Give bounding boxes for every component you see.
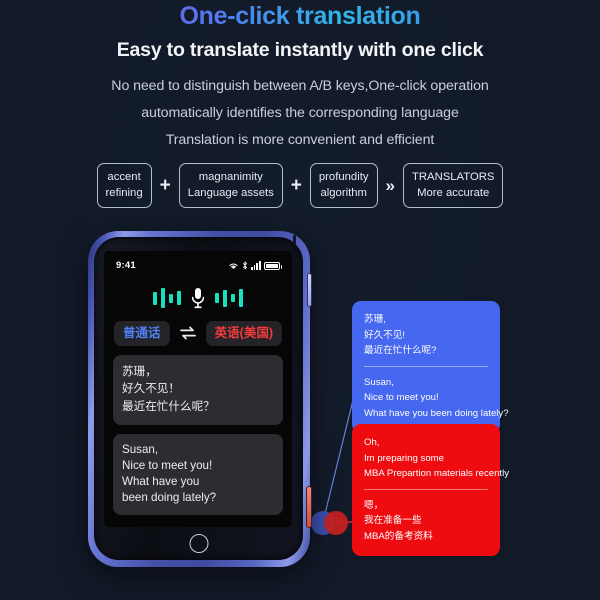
description-line-2: automatically identifies the correspondi…	[141, 105, 459, 121]
plus-separator-1: +	[159, 175, 171, 197]
callout-line: What have you been doing lately?	[364, 407, 509, 419]
callout-line: Nice to meet you!	[364, 392, 439, 404]
feature-badge-row: accent refining + magnanimity Language a…	[0, 163, 600, 209]
callout-line: 我在准备一些	[364, 515, 422, 527]
device-side-button-translate[interactable]	[306, 486, 312, 528]
language-selector-row: 普通话 英语(美国)	[113, 321, 283, 346]
bubble-line: Nice to meet you!	[122, 459, 213, 473]
badge-profundity-algorithm: profundity algorithm	[309, 163, 378, 209]
chevron-right-icon: »	[385, 176, 395, 196]
callout-line: 最近在忙什么呢?	[364, 345, 437, 357]
badge-line-2: Language assets	[187, 187, 274, 200]
callout-blue-translation: 苏珊, 好久不见! 最近在忙什么呢? Susan, Nice to meet y…	[352, 301, 509, 434]
waveform-right	[215, 287, 243, 309]
description-line-3: Translation is more convenient and effic…	[165, 132, 435, 148]
chat-bubble-chinese: 苏珊， 好久不见！ 最近在忙什么呢？	[113, 354, 283, 426]
badge-line-2: algorithm	[320, 187, 367, 200]
badge-line-1: accent	[107, 171, 141, 183]
bubble-line: 苏珊，	[122, 364, 157, 378]
callout-divider	[364, 488, 488, 490]
callout-line: Im preparing some	[364, 452, 444, 464]
voice-input-row	[113, 286, 283, 310]
bubble-line: Susan,	[122, 443, 159, 457]
battery-icon	[264, 262, 282, 270]
status-bar: 9:41	[113, 251, 283, 271]
callout-line: 嗯，	[364, 499, 384, 511]
home-button[interactable]	[189, 534, 209, 553]
callout-divider	[364, 365, 488, 367]
bubble-line: 好久不见！	[122, 382, 180, 396]
badge-line-2: More accurate	[417, 187, 490, 200]
description-line-1: No need to distinguish between A/B keys,…	[111, 78, 489, 94]
device-top-notch	[293, 235, 296, 245]
swap-arrows-icon[interactable]	[179, 326, 196, 340]
bubble-line: 最近在忙什么呢？	[122, 400, 215, 414]
microphone-icon[interactable]	[190, 287, 206, 309]
bubble-line: What have you	[122, 475, 200, 489]
connector-dot-red	[324, 511, 348, 535]
badge-translators-accurate: TRANSLATORS More accurate	[402, 163, 504, 209]
badge-language-assets: magnanimity Language assets	[178, 163, 283, 209]
badge-line-1: magnanimity	[198, 171, 263, 183]
status-clock: 9:41	[116, 260, 136, 271]
language-source-button[interactable]: 普通话	[114, 321, 170, 346]
badge-line-1: TRANSLATORS	[411, 171, 495, 183]
cellular-signal-icon	[250, 261, 261, 270]
language-target-button[interactable]: 英语(美国)	[205, 321, 282, 346]
wifi-icon	[229, 263, 238, 270]
callout-line: Oh,	[364, 437, 380, 448]
callout-line: MBA的备考资料	[364, 530, 433, 542]
callout-line: MBA Prepartion materials recently	[364, 468, 510, 480]
badge-line-2: refining	[105, 187, 143, 200]
bubble-line: been doing lately?	[122, 491, 217, 505]
waveform-left	[153, 287, 181, 309]
callout-line: 苏珊,	[364, 314, 386, 325]
bluetooth-icon	[242, 261, 247, 270]
status-icon-group	[228, 261, 282, 270]
page-subtitle: Easy to translate instantly with one cli…	[116, 39, 484, 61]
badge-line-1: profundity	[318, 171, 369, 183]
connector-line-blue	[322, 399, 354, 523]
device-side-button-top[interactable]	[307, 273, 312, 307]
promo-slide: One-click translation Easy to translate …	[0, 0, 600, 600]
page-title: One-click translation	[0, 2, 600, 31]
callout-line: Susan,	[364, 376, 394, 388]
callout-line: 好久不见!	[364, 329, 406, 341]
plus-separator-2: +	[290, 175, 302, 197]
device-screen: 9:41 普通话 英语(美国) 苏珊， 好久不见！ 最近在忙什么呢？ Susan…	[104, 251, 292, 527]
translator-device: 9:41 普通话 英语(美国) 苏珊， 好久不见！ 最近在忙什么呢？ Susan…	[88, 231, 312, 567]
callout-red-translation: Oh, Im preparing some MBA Prepartion mat…	[352, 424, 510, 557]
chat-bubble-english: Susan, Nice to meet you! What have you b…	[113, 434, 283, 516]
badge-accent-refining: accent refining	[96, 163, 152, 209]
